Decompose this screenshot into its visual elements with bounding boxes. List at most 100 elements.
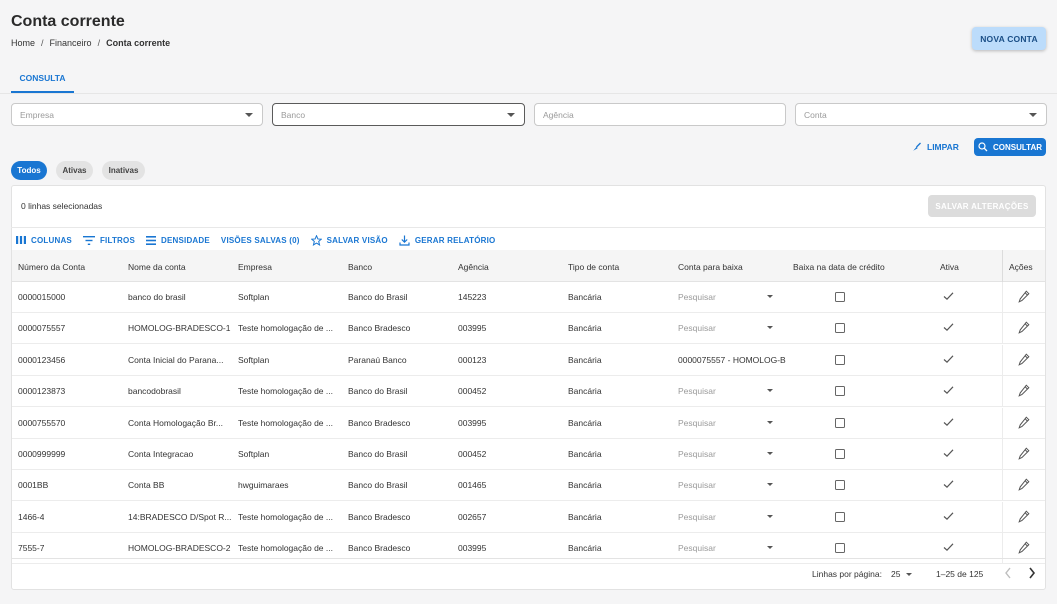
- breadcrumb-financeiro[interactable]: Financeiro: [50, 38, 92, 48]
- table-row[interactable]: 0001BB Conta BB hwguimaraes Banco do Brasil…: [12, 470, 1045, 502]
- table-row[interactable]: 0000999999 Conta Integracao Softplan Banco …: [12, 439, 1045, 470]
- chip-ativas[interactable]: Ativas: [56, 161, 93, 180]
- chevron-down-icon[interactable]: [767, 546, 773, 550]
- chevron-down-icon[interactable]: [906, 573, 912, 576]
- conta-para-baixa-select[interactable]: Pesquisar: [678, 449, 716, 459]
- edit-pencil-icon[interactable]: [1018, 510, 1030, 523]
- density-button[interactable]: DENSIDADE: [146, 235, 210, 245]
- column-header[interactable]: Ativa: [940, 262, 959, 272]
- cell-empresa: Teste homologação de ...: [238, 511, 333, 522]
- conta-para-baixa-select[interactable]: Pesquisar: [678, 292, 716, 302]
- column-header[interactable]: Tipo de conta: [568, 262, 619, 272]
- chevron-down-icon[interactable]: [767, 483, 773, 487]
- conta-para-baixa-select[interactable]: Pesquisar: [678, 418, 716, 428]
- baixa-data-credito-checkbox[interactable]: [835, 480, 845, 491]
- table-row[interactable]: 0000075557 HOMOLOG-BRADESCO-1 Teste homolo…: [12, 313, 1045, 345]
- report-button[interactable]: GERAR RELATÓRIO: [399, 235, 496, 246]
- baixa-data-credito-checkbox[interactable]: [835, 417, 845, 428]
- cell-banco: Banco Bradesco: [348, 417, 411, 428]
- cell-banco: Banco Bradesco: [348, 543, 411, 554]
- column-header[interactable]: Conta para baixa: [678, 262, 743, 272]
- chevron-left-icon[interactable]: [1003, 566, 1013, 580]
- baixa-data-credito-checkbox[interactable]: [835, 386, 845, 397]
- baixa-data-credito-checkbox[interactable]: [835, 323, 845, 334]
- filters-button[interactable]: FILTROS: [82, 235, 135, 245]
- column-divider: [1002, 344, 1003, 376]
- table-row[interactable]: 0000755570 Conta Homologação Br... Teste h…: [12, 407, 1045, 439]
- table-row[interactable]: 0000015000 banco do brasil Softplan Banco d…: [12, 282, 1045, 313]
- cell-banco: Banco do Brasil: [348, 386, 408, 397]
- chip-inativas[interactable]: Inativas: [102, 161, 145, 180]
- chevron-down-icon[interactable]: [767, 389, 773, 393]
- edit-pencil-icon[interactable]: [1018, 321, 1030, 335]
- edit-pencil-icon[interactable]: [1018, 447, 1030, 460]
- baixa-data-credito-checkbox[interactable]: [835, 354, 845, 365]
- consult-button[interactable]: CONSULTAR: [974, 138, 1046, 156]
- pagination-range: 1–25 de 125: [936, 569, 984, 579]
- edit-pencil-icon[interactable]: [1018, 416, 1030, 429]
- breadcrumb-separator: /: [41, 38, 44, 48]
- cell-tipo: Bancária: [568, 386, 602, 397]
- edit-pencil-icon[interactable]: [1018, 290, 1030, 303]
- baixa-data-credito-checkbox[interactable]: [835, 292, 845, 302]
- chevron-right-icon[interactable]: [1027, 566, 1037, 580]
- conta-para-baixa-select[interactable]: Pesquisar: [678, 323, 716, 333]
- check-icon: [943, 292, 954, 301]
- save-view-button[interactable]: SALVAR VISÃO: [310, 234, 388, 246]
- tab-consulta[interactable]: CONSULTA: [11, 70, 74, 93]
- rows-per-page-select[interactable]: 25: [891, 569, 900, 579]
- cell-agencia: 001465: [458, 480, 487, 491]
- cell-tipo: Bancária: [568, 543, 602, 554]
- column-header[interactable]: Nome da conta: [128, 262, 186, 272]
- column-header[interactable]: Baixa na data de crédito: [793, 262, 885, 272]
- conta-para-baixa-select[interactable]: 0000075557 - HOMOLOG-B: [678, 355, 786, 365]
- conta-para-baixa-select[interactable]: Pesquisar: [678, 543, 716, 553]
- baixa-data-credito-checkbox[interactable]: [835, 543, 845, 554]
- chevron-down-icon[interactable]: [767, 326, 773, 330]
- edit-pencil-icon[interactable]: [1018, 384, 1030, 397]
- table-row[interactable]: 7555-7 HOMOLOG-BRADESCO-2 Teste homologaçã…: [12, 533, 1045, 565]
- cell-nome: Conta Inicial do Parana...: [128, 354, 224, 365]
- chevron-down-icon[interactable]: [767, 452, 773, 455]
- cell-numero: 0000755570: [18, 417, 66, 428]
- conta-para-baixa-select[interactable]: Pesquisar: [678, 512, 716, 522]
- new-account-button[interactable]: NOVA CONTA: [972, 27, 1046, 50]
- breadcrumb-home[interactable]: Home: [11, 38, 35, 48]
- filters-label: FILTROS: [99, 235, 135, 245]
- edit-pencil-icon[interactable]: [1018, 541, 1030, 554]
- conta-select[interactable]: Conta: [795, 103, 1047, 126]
- edit-pencil-icon[interactable]: [1018, 478, 1030, 492]
- baixa-data-credito-checkbox[interactable]: [835, 449, 845, 459]
- rows-per-page-label: Linhas por página:: [812, 569, 882, 579]
- clear-button[interactable]: LIMPAR: [912, 138, 967, 156]
- empresa-select[interactable]: Empresa: [11, 103, 263, 126]
- cell-nome: Conta BB: [128, 480, 165, 491]
- column-header[interactable]: Banco: [348, 262, 372, 272]
- conta-para-baixa-select[interactable]: Pesquisar: [678, 480, 716, 490]
- chip-todos[interactable]: Todos: [11, 161, 47, 180]
- column-header[interactable]: Agência: [458, 262, 489, 272]
- chevron-down-icon[interactable]: [767, 420, 773, 424]
- agencia-input[interactable]: Agência: [534, 103, 786, 126]
- column-header[interactable]: Empresa: [238, 262, 272, 272]
- table-row[interactable]: 0000123456 Conta Inicial do Parana... Soft…: [12, 344, 1045, 376]
- columns-button[interactable]: COLUNAS: [16, 236, 72, 245]
- chevron-down-icon[interactable]: [767, 295, 773, 298]
- density-icon: [146, 235, 156, 245]
- baixa-data-credito-checkbox[interactable]: [835, 511, 845, 522]
- cell-numero: 0000999999: [18, 449, 66, 459]
- table-row[interactable]: 0000123873 bancodobrasil Teste homologação…: [12, 376, 1045, 408]
- saved-views-button[interactable]: VISÕES SALVAS (0): [221, 236, 300, 245]
- cell-banco: Paranaú Banco: [348, 354, 407, 365]
- column-header[interactable]: Número da Conta: [18, 262, 85, 272]
- banco-select[interactable]: Banco: [272, 103, 525, 126]
- cell-empresa: Softplan: [238, 449, 270, 459]
- cell-empresa: Softplan: [238, 292, 270, 302]
- conta-para-baixa-select[interactable]: Pesquisar: [678, 386, 716, 396]
- check-icon: [943, 512, 954, 520]
- edit-pencil-icon[interactable]: [1018, 353, 1030, 366]
- save-changes-button[interactable]: SALVAR ALTERAÇÕES: [928, 195, 1036, 217]
- agencia-placeholder: Agência: [543, 109, 574, 120]
- table-row[interactable]: 1466-4 14:BRADESCO D/Spot R... Teste homol…: [12, 501, 1045, 533]
- chevron-down-icon[interactable]: [767, 514, 773, 518]
